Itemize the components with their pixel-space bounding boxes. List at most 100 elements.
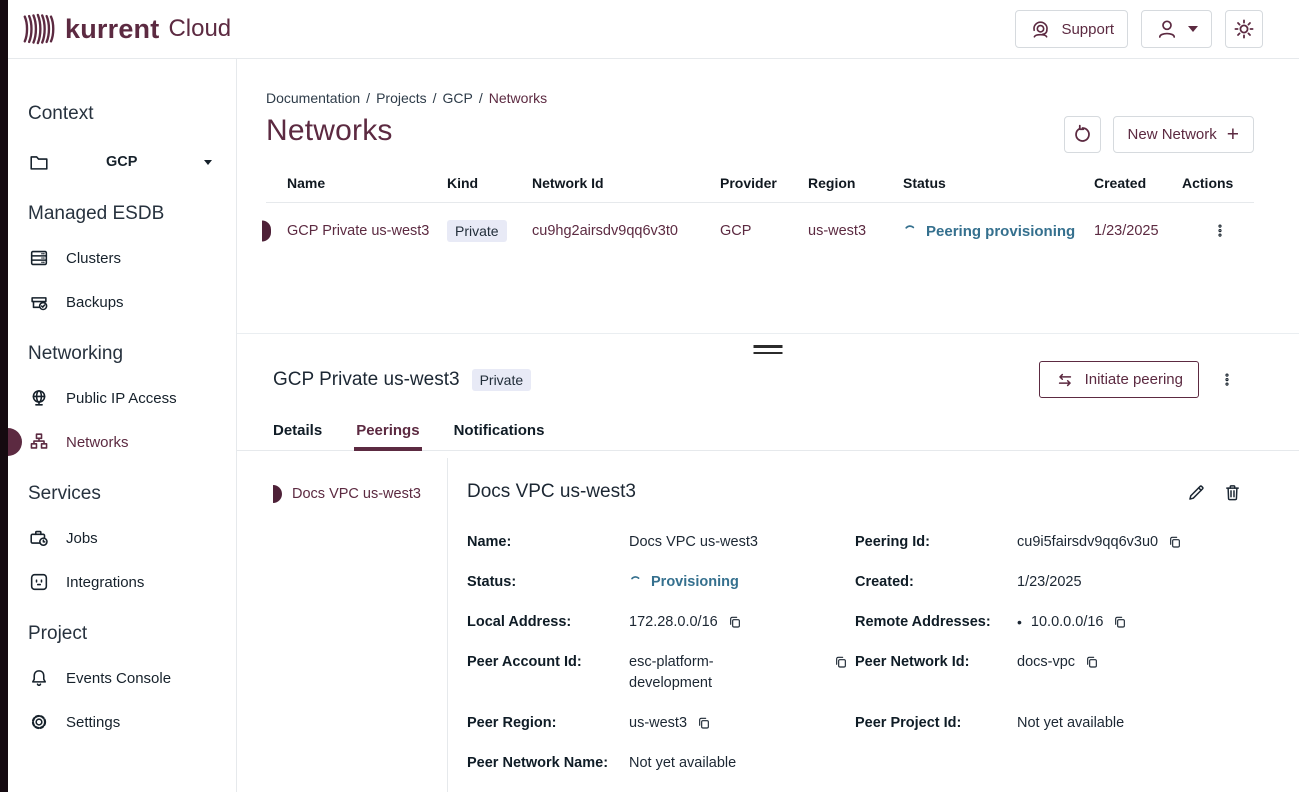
column-header-provider: Provider	[720, 175, 808, 191]
spinner-icon	[629, 575, 642, 588]
peering-list-item[interactable]: Docs VPC us-west3	[273, 485, 447, 503]
sidebar: Context GCP Managed ESDB Clusters	[8, 59, 237, 792]
peering-detail: Docs VPC us-west3	[447, 458, 1299, 792]
tab-details[interactable]: Details	[273, 422, 322, 450]
field-value-name: Docs VPC us-west3	[629, 532, 758, 553]
user-menu-button[interactable]	[1141, 10, 1212, 48]
row-actions-kebab-icon[interactable]	[1208, 219, 1232, 243]
sidebar-section-services: Services	[28, 483, 236, 505]
tab-notifications[interactable]: Notifications	[454, 422, 545, 450]
table-row[interactable]: GCP Private us-west3 Private cu9hg2airsd…	[266, 203, 1254, 259]
sound-waves-icon	[20, 10, 58, 48]
column-header-actions: Actions	[1182, 175, 1254, 191]
breadcrumb-item[interactable]: Documentation	[266, 90, 360, 106]
sidebar-item-events-console[interactable]: Events Console	[28, 667, 236, 689]
brand-logo[interactable]: kurrent Cloud	[20, 10, 231, 48]
page-actions: New Network +	[1064, 116, 1254, 153]
breadcrumb-item[interactable]: GCP	[443, 90, 473, 106]
peering-fields: Name: Docs VPC us-west3 Peering Id: cu9i…	[467, 532, 1243, 774]
field-value-peer-network-name: Not yet available	[629, 753, 736, 774]
peerings-content: Docs VPC us-west3 Docs VPC us-west3	[237, 458, 1299, 792]
list-bullet: •	[1017, 612, 1022, 633]
sidebar-item-label: Networks	[66, 434, 129, 451]
breadcrumb-item[interactable]: Projects	[376, 90, 427, 106]
app-window: kurrent Cloud Support	[0, 0, 1299, 792]
new-network-label: New Network	[1128, 126, 1217, 143]
sidebar-item-integrations[interactable]: Integrations	[28, 571, 236, 593]
field-label-name: Name:	[467, 532, 629, 553]
refresh-icon	[1072, 124, 1093, 145]
provider-cell: GCP	[720, 223, 808, 239]
sidebar-item-jobs[interactable]: Jobs	[28, 527, 236, 549]
field-label-created: Created:	[855, 572, 1017, 593]
server-rack-icon	[28, 247, 50, 269]
field-label-status: Status:	[467, 572, 629, 593]
outlet-icon	[28, 571, 50, 593]
panel-drag-handle[interactable]	[754, 345, 783, 358]
page-header: Networks New Network +	[237, 106, 1299, 153]
column-header-status: Status	[903, 175, 1094, 191]
sidebar-item-public-ip-access[interactable]: Public IP Access	[28, 387, 236, 409]
page-title: Networks	[266, 114, 393, 148]
main-content: Documentation/Projects/GCP/Networks Netw…	[237, 59, 1299, 792]
field-value-created: 1/23/2025	[1017, 572, 1082, 593]
delete-trash-icon[interactable]	[1222, 482, 1243, 503]
sidebar-section-networking: Networking	[28, 343, 236, 365]
copy-icon[interactable]	[727, 614, 743, 630]
bell-icon	[28, 667, 50, 689]
gear-icon	[28, 711, 50, 733]
sidebar-item-settings[interactable]: Settings	[28, 711, 236, 733]
tab-peerings[interactable]: Peerings	[356, 422, 419, 450]
network-name-link[interactable]: GCP Private us-west3	[266, 223, 447, 239]
peering-detail-title: Docs VPC us-west3	[467, 481, 636, 503]
refresh-button[interactable]	[1064, 116, 1101, 153]
peerings-list: Docs VPC us-west3	[237, 458, 447, 792]
field-label-peering-id: Peering Id:	[855, 532, 1017, 553]
swap-arrows-icon	[1055, 370, 1075, 390]
sidebar-item-networks[interactable]: Networks	[28, 431, 236, 453]
field-label-peer-network-name: Peer Network Name:	[467, 753, 629, 774]
edit-pencil-icon[interactable]	[1186, 482, 1207, 503]
field-value-peer-region: us-west3	[629, 713, 687, 734]
field-label-local-address: Local Address:	[467, 612, 629, 633]
copy-icon[interactable]	[1167, 534, 1183, 550]
sidebar-item-backups[interactable]: Backups	[28, 291, 236, 313]
panel-header: GCP Private us-west3 Private Initiate pe…	[273, 361, 1239, 398]
sidebar-section-context: Context	[28, 103, 236, 125]
sidebar-item-label: Jobs	[66, 530, 98, 547]
copy-icon[interactable]	[833, 654, 849, 670]
breadcrumb-separator: /	[433, 90, 437, 106]
field-value-status: Provisioning	[651, 572, 739, 593]
sidebar-section-managed-esdb: Managed ESDB	[28, 203, 236, 225]
field-label-peer-network-id: Peer Network Id:	[855, 652, 1017, 694]
field-value-peering-id: cu9i5fairsdv9qq6v3u0	[1017, 532, 1158, 553]
topbar: kurrent Cloud Support	[0, 0, 1299, 59]
topbar-actions: Support	[1015, 10, 1263, 48]
field-value-local-address: 172.28.0.0/16	[629, 612, 718, 633]
sidebar-item-label: Events Console	[66, 670, 171, 687]
folder-icon	[28, 151, 50, 173]
globe-icon	[28, 387, 50, 409]
theme-toggle-button[interactable]	[1225, 10, 1263, 48]
sidebar-item-label: Settings	[66, 714, 120, 731]
copy-icon[interactable]	[1112, 614, 1128, 630]
copy-icon[interactable]	[696, 715, 712, 731]
breadcrumb: Documentation/Projects/GCP/Networks	[237, 59, 1299, 106]
sidebar-item-clusters[interactable]: Clusters	[28, 247, 236, 269]
column-header-kind: Kind	[447, 175, 532, 191]
new-network-button[interactable]: New Network +	[1113, 116, 1254, 153]
column-header-created: Created	[1094, 175, 1182, 191]
field-label-remote-addresses: Remote Addresses:	[855, 612, 1017, 633]
active-item-marker	[8, 428, 22, 456]
field-value-peer-network-id: docs-vpc	[1017, 652, 1075, 673]
field-label-peer-account-id: Peer Account Id:	[467, 652, 629, 694]
network-tree-icon	[28, 431, 50, 453]
support-button[interactable]: Support	[1015, 10, 1128, 48]
status-cell: Peering provisioning	[903, 223, 1094, 240]
network-id-cell: cu9hg2airsdv9qq6v3t0	[532, 223, 720, 239]
context-selector[interactable]: GCP	[28, 151, 236, 173]
support-label: Support	[1061, 21, 1114, 38]
panel-kebab-icon[interactable]	[1215, 368, 1239, 392]
initiate-peering-button[interactable]: Initiate peering	[1039, 361, 1199, 398]
copy-icon[interactable]	[1084, 654, 1100, 670]
